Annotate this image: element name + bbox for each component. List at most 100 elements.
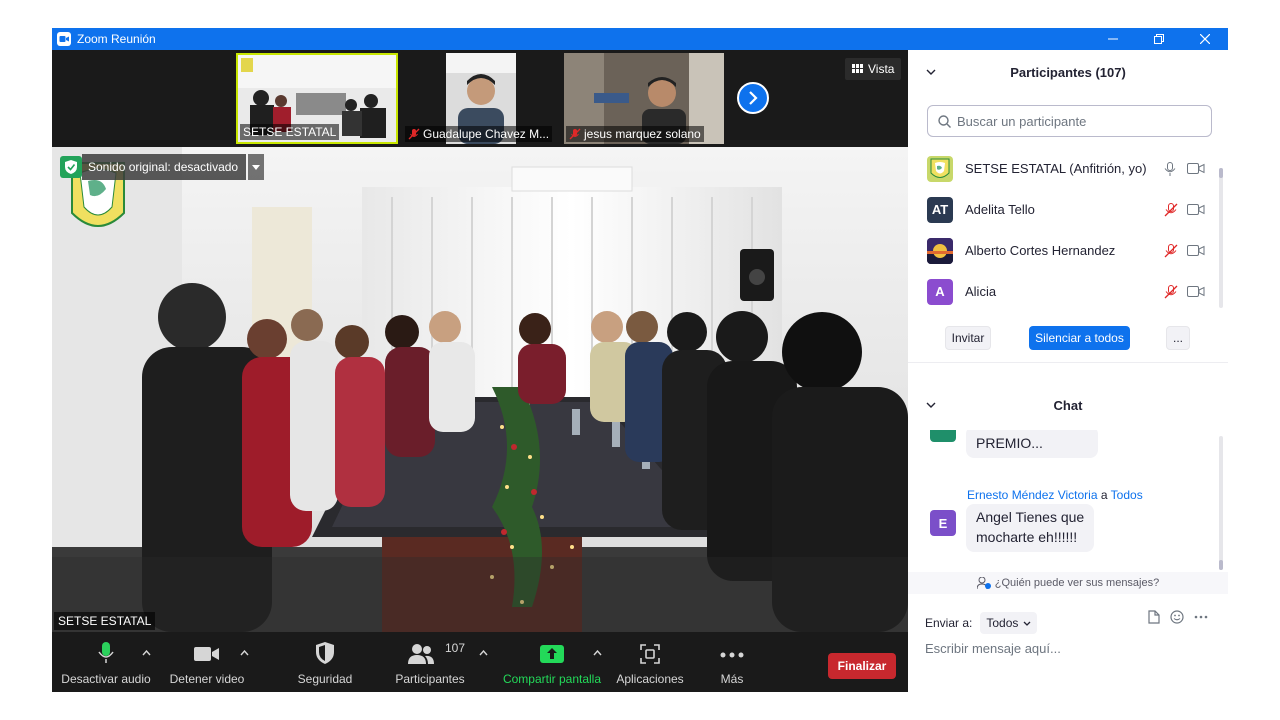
- participant-name: jesus marquez solano: [584, 127, 701, 141]
- participant-name: Adelita Tello: [965, 202, 1035, 217]
- avatar: A: [927, 278, 953, 305]
- avatar: AT: [927, 196, 953, 223]
- video-camera-icon[interactable]: [1187, 204, 1205, 215]
- audio-options-caret-icon[interactable]: [142, 650, 151, 656]
- avatar-initials: E: [938, 515, 948, 531]
- who-can-see-label: ¿Quién puede ver sus mensajes?: [994, 577, 1160, 589]
- participant-row[interactable]: A Alicia: [908, 271, 1218, 312]
- emoji-icon[interactable]: [1170, 610, 1184, 624]
- participant-search[interactable]: [927, 105, 1212, 137]
- mic-muted-icon[interactable]: [1164, 243, 1178, 258]
- participants-options-caret-icon[interactable]: [479, 650, 488, 656]
- meeting-room-video: [52, 147, 908, 632]
- chat-title: Chat: [1053, 397, 1083, 413]
- video-area: SETSE ESTATAL Guadalupe Chavez M... jesu…: [52, 50, 908, 632]
- chevron-down-icon: [252, 164, 261, 170]
- search-icon: [938, 114, 951, 128]
- avatar: [927, 237, 953, 264]
- apps-button[interactable]: Aplicaciones: [612, 632, 688, 692]
- original-sound-dropdown[interactable]: [248, 154, 265, 180]
- sender-name[interactable]: Ernesto Méndez Victoria: [967, 488, 1098, 502]
- participant-name: Alberto Cortes Hernandez: [965, 243, 1116, 258]
- share-options-caret-icon[interactable]: [593, 650, 602, 656]
- minimize-button[interactable]: [1090, 28, 1136, 50]
- video-camera-icon[interactable]: [1187, 163, 1205, 174]
- original-sound-label: Sonido original: desactivado: [82, 154, 247, 180]
- more-button[interactable]: Más: [707, 632, 757, 692]
- file-icon[interactable]: [1148, 610, 1160, 624]
- view-label: Vista: [868, 62, 895, 76]
- stop-video-button[interactable]: Detener video: [162, 632, 252, 692]
- recipient-name: Todos: [1110, 488, 1143, 502]
- next-page-button[interactable]: [737, 82, 769, 114]
- thumbnail-label: SETSE ESTATAL: [240, 124, 340, 140]
- avatar-image: [927, 237, 953, 264]
- end-meeting-button[interactable]: Finalizar: [828, 653, 896, 679]
- participant-row[interactable]: SETSE ESTATAL (Anfitrión, yo): [908, 148, 1218, 189]
- participant-scrollbar[interactable]: [1219, 168, 1223, 308]
- more-dots-icon[interactable]: [1194, 615, 1208, 619]
- more-label: Más: [720, 672, 744, 686]
- video-camera-icon[interactable]: [1187, 286, 1205, 297]
- setse-logo-icon: [930, 158, 950, 178]
- participant-search-input[interactable]: [957, 113, 1197, 129]
- participant-row[interactable]: Alberto Cortes Hernandez: [908, 230, 1218, 271]
- recipient-select[interactable]: Todos: [980, 612, 1038, 634]
- share-screen-icon: [540, 645, 564, 663]
- mute-audio-label: Desactivar audio: [61, 672, 151, 686]
- original-sound-toggle[interactable]: Sonido original: desactivado: [60, 154, 265, 180]
- panel-divider: [908, 362, 1228, 363]
- chevron-down-icon[interactable]: [926, 402, 936, 408]
- participants-title: Participantes (107): [1010, 64, 1126, 80]
- chat-message-input[interactable]: [925, 636, 1215, 660]
- mic-muted-icon[interactable]: [1164, 202, 1178, 217]
- thumbnail-guadalupe[interactable]: Guadalupe Chavez M...: [403, 53, 563, 144]
- participants-button[interactable]: 107 Participantes: [390, 632, 470, 692]
- recipient-value: Todos: [986, 616, 1019, 630]
- mute-audio-button[interactable]: Desactivar audio: [60, 632, 152, 692]
- view-button[interactable]: Vista: [845, 58, 902, 80]
- more-dots-icon: [720, 652, 744, 658]
- thumbnail-strip: SETSE ESTATAL Guadalupe Chavez M... jesu…: [52, 50, 908, 147]
- participant-name: Alicia: [965, 284, 997, 299]
- window-title: Zoom Reunión: [77, 32, 156, 46]
- participant-row[interactable]: AT Adelita Tello: [908, 189, 1218, 230]
- grid-view-icon: [852, 64, 863, 73]
- person-info-icon: [976, 577, 991, 589]
- participant-name: SETSE ESTATAL (Anfitrión, yo): [965, 161, 1147, 176]
- share-screen-button[interactable]: Compartir pantalla: [500, 632, 604, 692]
- main-video: Sonido original: desactivado SETSE ESTAT…: [52, 147, 908, 632]
- video-options-caret-icon[interactable]: [240, 650, 249, 656]
- video-camera-icon[interactable]: [1187, 245, 1205, 256]
- meeting-toolbar: Desactivar audio Detener video Seguridad…: [52, 632, 908, 692]
- avatar: [927, 155, 953, 182]
- chevron-right-icon: [749, 91, 758, 105]
- mute-all-button[interactable]: Silenciar a todos: [1029, 326, 1130, 350]
- who-can-see-messages[interactable]: ¿Quién puede ver sus mensajes?: [908, 572, 1228, 594]
- mic-muted-icon[interactable]: [1164, 284, 1178, 299]
- invite-button[interactable]: Invitar: [945, 326, 991, 350]
- participant-scrollbar-thumb[interactable]: [1219, 168, 1223, 178]
- chat-messages: PREMIO... Ernesto Méndez Victoria a Todo…: [908, 430, 1218, 570]
- zoom-window: Zoom Reunión SETSE ESTATAL Guadalupe Cha…: [52, 28, 1228, 692]
- close-icon: [1200, 34, 1210, 44]
- microphone-icon[interactable]: [1164, 161, 1176, 176]
- avatar-initials: AT: [931, 202, 949, 217]
- security-label: Seguridad: [297, 672, 353, 686]
- chat-scrollbar[interactable]: [1219, 436, 1223, 570]
- sender-to-word: a: [1100, 488, 1108, 502]
- participants-icon: [408, 644, 434, 664]
- more-options-button[interactable]: ...: [1166, 326, 1190, 350]
- participant-actions: Invitar Silenciar a todos ...: [908, 324, 1228, 354]
- thumbnail-jesus[interactable]: jesus marquez solano: [564, 53, 724, 144]
- side-panel: Participantes (107) SETSE ESTATAL (Anfit…: [908, 50, 1228, 692]
- message-line: PREMIO...: [976, 435, 1043, 451]
- thumbnail-setse-estatal[interactable]: SETSE ESTATAL: [236, 53, 398, 144]
- close-button[interactable]: [1182, 28, 1228, 50]
- video-camera-icon: [194, 647, 219, 661]
- security-button[interactable]: Seguridad: [287, 632, 363, 692]
- chevron-down-icon[interactable]: [926, 69, 936, 75]
- chat-scrollbar-thumb[interactable]: [1219, 560, 1223, 570]
- restore-button[interactable]: [1136, 28, 1182, 50]
- participants-header: Participantes (107): [908, 50, 1228, 94]
